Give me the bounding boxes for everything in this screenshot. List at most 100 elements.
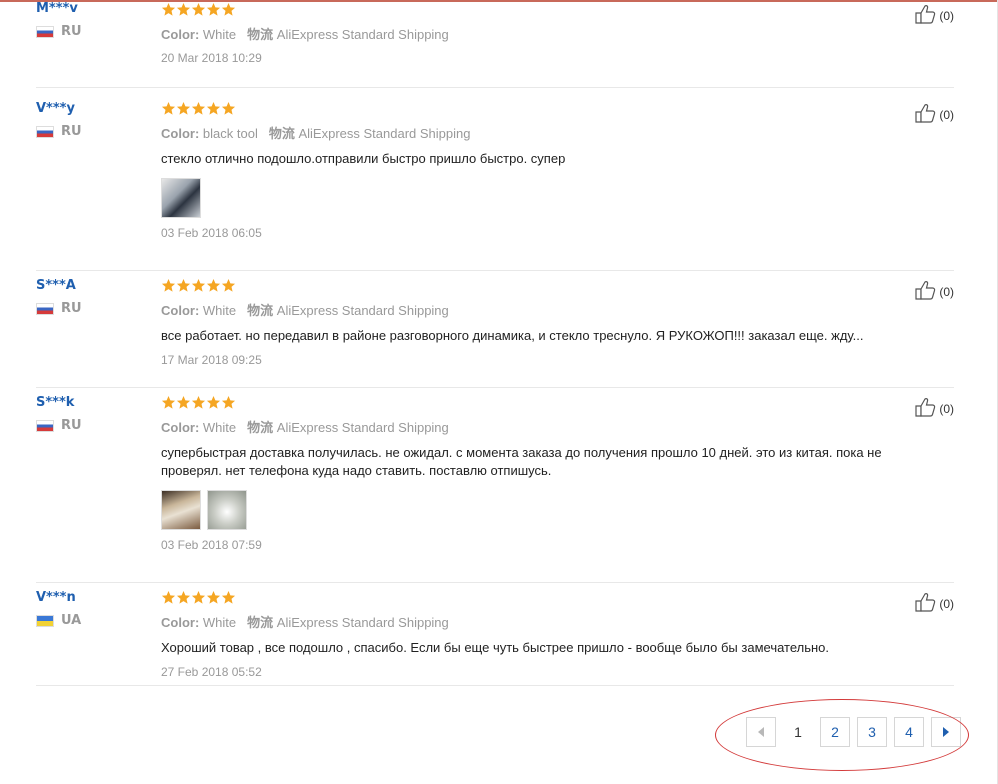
helpful-button[interactable]: (0) — [915, 4, 954, 27]
review-text: все работает. но передавил в районе разг… — [161, 328, 864, 343]
reviewer-country: RU — [36, 124, 82, 139]
star-icon — [221, 101, 236, 117]
shipping-label: 物流 — [247, 27, 274, 42]
review-item: S***k RU Color: White 物流 AliExpress Standar… — [36, 395, 954, 583]
star-icon — [161, 590, 176, 606]
helpful-button[interactable]: (0) — [915, 592, 954, 615]
shipping-method: AliExpress Standard Shipping — [298, 126, 471, 141]
reviewer-name[interactable]: M***v — [36, 1, 82, 16]
star-icon — [221, 278, 236, 294]
helpful-button[interactable]: (0) — [915, 280, 954, 303]
star-icon — [191, 395, 206, 411]
review-content: Color: White 物流 AliExpress Standard Shipp… — [161, 395, 901, 552]
shipping-method: AliExpress Standard Shipping — [276, 303, 449, 318]
review-item: V***y RU Color: black tool 物流 AliExpress St… — [36, 101, 954, 271]
star-icon — [191, 101, 206, 117]
star-icon — [206, 278, 221, 294]
country-code: RU — [61, 418, 82, 433]
review-text: супербыстрая доставка получилась. не ожи… — [161, 445, 882, 478]
shipping-label: 物流 — [247, 615, 274, 630]
page-2-button[interactable]: 2 — [820, 717, 850, 747]
country-code: RU — [61, 301, 82, 316]
reviewer-info: V***n UA — [36, 590, 81, 628]
reviewer-country: RU — [36, 418, 82, 433]
order-info: Color: White 物流 AliExpress Standard Shipp… — [161, 612, 901, 631]
thumbs-up-icon — [915, 4, 939, 27]
helpful-count: (0) — [939, 8, 954, 23]
helpful-count: (0) — [939, 107, 954, 122]
helpful-count: (0) — [939, 401, 954, 416]
color-label: Color: — [161, 27, 200, 42]
color-value: White — [202, 615, 237, 630]
shipping-label: 物流 — [247, 303, 274, 318]
review-content: Color: black tool 物流 AliExpress Standard … — [161, 101, 901, 240]
reviewer-name[interactable]: V***y — [36, 101, 82, 116]
next-page-button[interactable] — [931, 717, 961, 747]
reviewer-country: RU — [36, 301, 82, 316]
star-icon — [221, 395, 236, 411]
review-text: стекло отлично подошло.отправили быстро … — [161, 151, 566, 166]
review-photo-thumbnail[interactable] — [161, 490, 201, 530]
page-4-button[interactable]: 4 — [894, 717, 924, 747]
review-text: Хороший товар , все подошло , спасибо. Е… — [161, 640, 830, 655]
country-flag-icon — [36, 614, 54, 627]
country-code: RU — [61, 124, 82, 139]
reviewer-info: V***y RU — [36, 101, 82, 139]
order-info: Color: White 物流 AliExpress Standard Shipp… — [161, 417, 901, 436]
shipping-label: 物流 — [268, 126, 295, 141]
thumbs-up-icon — [915, 592, 939, 615]
review-date: 27 Feb 2018 05:52 — [161, 665, 262, 679]
star-rating — [161, 395, 901, 411]
order-info: Color: White 物流 AliExpress Standard Shipp… — [161, 300, 901, 319]
review-item: V***n UA Color: White 物流 AliExpress Standar… — [36, 590, 954, 686]
country-code: RU — [61, 24, 82, 39]
review-content: Color: White 物流 AliExpress Standard Shipp… — [161, 2, 901, 65]
reviewer-name[interactable]: S***k — [36, 395, 82, 410]
color-label: Color: — [161, 126, 200, 141]
order-info: Color: White 物流 AliExpress Standard Shipp… — [161, 24, 901, 43]
helpful-button[interactable]: (0) — [915, 397, 954, 420]
chevron-left-icon — [757, 724, 765, 740]
country-flag-icon — [36, 25, 54, 38]
star-icon — [221, 590, 236, 606]
review-photo-thumbnail[interactable] — [207, 490, 247, 530]
helpful-count: (0) — [939, 596, 954, 611]
color-label: Color: — [161, 420, 200, 435]
color-value: White — [202, 420, 237, 435]
color-value: White — [202, 303, 237, 318]
star-icon — [161, 395, 176, 411]
country-flag-icon — [36, 302, 54, 315]
order-info: Color: black tool 物流 AliExpress Standard … — [161, 123, 901, 142]
prev-page-button[interactable] — [746, 717, 776, 747]
star-icon — [206, 590, 221, 606]
color-value: black tool — [202, 126, 258, 141]
star-icon — [191, 2, 206, 18]
color-label: Color: — [161, 615, 200, 630]
color-label: Color: — [161, 303, 200, 318]
review-date: 03 Feb 2018 06:05 — [161, 226, 262, 240]
reviewer-name[interactable]: V***n — [36, 590, 81, 605]
star-icon — [206, 2, 221, 18]
review-date: 03 Feb 2018 07:59 — [161, 538, 262, 552]
star-icon — [176, 590, 191, 606]
star-rating — [161, 101, 901, 117]
star-icon — [161, 101, 176, 117]
reviewer-name[interactable]: S***A — [36, 278, 82, 293]
star-icon — [176, 278, 191, 294]
country-flag-icon — [36, 419, 54, 432]
reviewer-country: RU — [36, 24, 82, 39]
star-icon — [206, 395, 221, 411]
country-flag-icon — [36, 125, 54, 138]
star-icon — [191, 278, 206, 294]
reviewer-info: S***k RU — [36, 395, 82, 433]
star-rating — [161, 278, 901, 294]
reviewer-info: S***A RU — [36, 278, 82, 316]
review-content: Color: White 物流 AliExpress Standard Shipp… — [161, 278, 901, 367]
helpful-button[interactable]: (0) — [915, 103, 954, 126]
review-photo-thumbnail[interactable] — [161, 178, 201, 218]
shipping-method: AliExpress Standard Shipping — [276, 420, 449, 435]
review-item: M***v RU Color: White 物流 AliExpress Standar… — [36, 1, 954, 88]
thumbs-up-icon — [915, 280, 939, 303]
page-3-button[interactable]: 3 — [857, 717, 887, 747]
star-icon — [161, 2, 176, 18]
